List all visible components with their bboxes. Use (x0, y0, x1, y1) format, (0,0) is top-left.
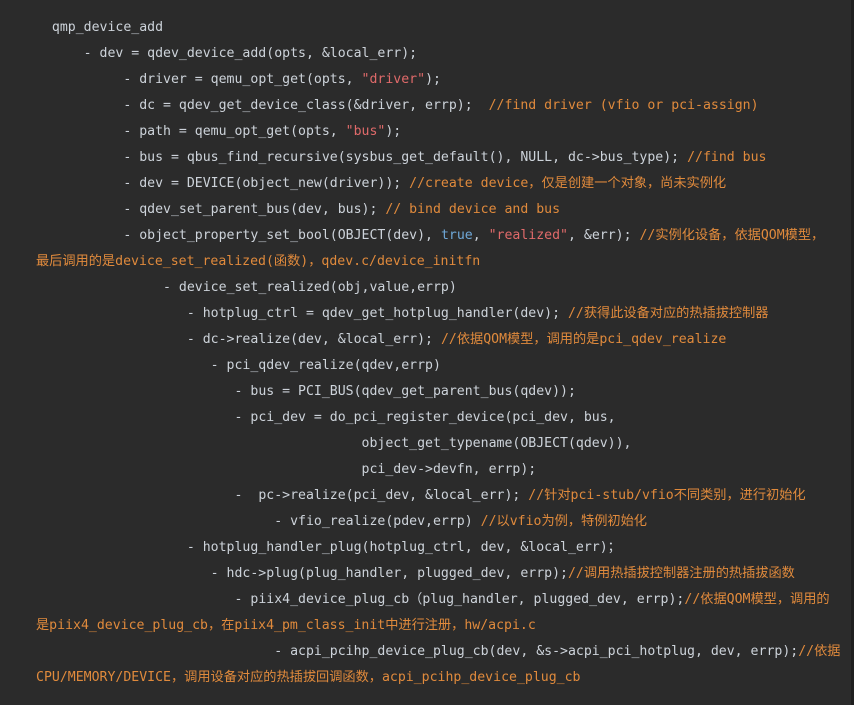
code-text: - hdc->plug(plug_handler, plugged_dev, e… (210, 566, 568, 581)
code-text: object_get_typename(OBJECT(qdev)), (361, 436, 632, 451)
code-comment: // bind device and bus (385, 202, 561, 217)
code-text: ); (385, 124, 402, 139)
code-line: qmp_device_add (36, 15, 828, 41)
code-line: - hotplug_handler_plug(hotplug_ctrl, dev… (36, 535, 828, 561)
code-text: - dev = DEVICE(object_new(driver)); (123, 176, 410, 191)
code-line: - pci_qdev_realize(qdev,errp) (36, 353, 828, 379)
code-line: 最后调用的是device_set_realized(函数)，qdev.c/dev… (36, 249, 828, 275)
code-comment: //针对pci-stub/vfio不同类别，进行初始化 (528, 488, 806, 503)
code-line: - bus = PCI_BUS(qdev_get_parent_bus(qdev… (36, 379, 828, 405)
code-text: qmp_device_add (51, 20, 164, 35)
code-line: - vfio_realize(pdev,errp) //以vfio为例，特例初始… (36, 509, 828, 535)
code-comment: //调用热插拔控制器注册的热插拔函数 (567, 566, 795, 581)
code-line: - dev = DEVICE(object_new(driver)); //cr… (36, 171, 828, 197)
code-text: - object_property_set_bool(OBJECT(dev), (123, 228, 441, 243)
code-text: - qdev_set_parent_bus(dev, bus); (123, 202, 386, 217)
code-comment: 最后调用的是device_set_realized(函数)，qdev.c/dev… (36, 254, 481, 269)
code-string: "driver" (361, 72, 426, 87)
code-text: - dev = qdev_device_add(opts, &local_err… (83, 46, 418, 61)
code-line: - bus = qbus_find_recursive(sysbus_get_d… (36, 145, 828, 171)
code-comment: //以vfio为例，特例初始化 (480, 514, 647, 529)
code-text: - pc->realize(pci_dev, &local_err); (234, 488, 529, 503)
code-comment: //获得此设备对应的热插拔控制器 (567, 306, 769, 321)
code-text: - bus = PCI_BUS(qdev_get_parent_bus(qdev… (234, 384, 576, 399)
code-line: - dev = qdev_device_add(opts, &local_err… (36, 41, 828, 67)
code-text: - hotplug_handler_plug(hotplug_ctrl, dev… (186, 540, 621, 555)
code-line: - qdev_set_parent_bus(dev, bus); // bind… (36, 197, 828, 223)
code-comment: //实例化设备，依据QOM模型， (639, 228, 825, 243)
code-text: - vfio_realize(pdev,errp) (274, 514, 481, 529)
code-text: - path = qemu_opt_get(opts, (123, 124, 346, 139)
code-line: - path = qemu_opt_get(opts, "bus"); (36, 119, 828, 145)
code-line: CPU/MEMORY/DEVICE，调用设备对应的热插拔回调函数，acpi_pc… (36, 665, 828, 691)
code-comment: //依据 (798, 644, 841, 659)
code-text: pci_dev->devfn, errp); (361, 462, 537, 477)
code-comment: 是piix4_device_plug_cb，在piix4_pm_class_in… (36, 618, 536, 633)
code-comment: //依据QOM模型，调用的是pci_qdev_realize (440, 332, 727, 347)
code-line: object_get_typename(OBJECT(qdev)), (36, 431, 828, 457)
code-text: - acpi_pcihp_device_plug_cb(dev, &s->acp… (274, 644, 799, 659)
code-comment: //find bus (687, 150, 767, 165)
code-line: - pci_dev = do_pci_register_device(pci_d… (36, 405, 828, 431)
code-text: - dc->realize(dev, &local_err); (186, 332, 441, 347)
code-text: - pci_qdev_realize(qdev,errp) (210, 358, 441, 373)
code-line: - hotplug_ctrl = qdev_get_hotplug_handle… (36, 301, 828, 327)
code-text: - driver = qemu_opt_get(opts, (123, 72, 362, 87)
code-line: 是piix4_device_plug_cb，在piix4_pm_class_in… (36, 613, 828, 639)
code-text: - bus = qbus_find_recursive(sysbus_get_d… (123, 150, 688, 165)
code-text: - hotplug_ctrl = qdev_get_hotplug_handle… (186, 306, 568, 321)
code-line: - object_property_set_bool(OBJECT(dev), … (36, 223, 828, 249)
code-line: pci_dev->devfn, errp); (36, 457, 828, 483)
code-line: - piix4_device_plug_cb（plug_handler, plu… (36, 587, 830, 613)
code-text: ); (425, 72, 441, 87)
code-comment: //依据QOM模型，调用的 (684, 592, 830, 607)
code-line: - device_set_realized(obj,value,errp) (36, 275, 828, 301)
code-keyword: true (440, 228, 473, 243)
code-comment: CPU/MEMORY/DEVICE，调用设备对应的热插拔回调函数，acpi_pc… (36, 670, 581, 685)
code-line: - dc->realize(dev, &local_err); //依据QOM模… (36, 327, 828, 353)
code-line: - dc = qdev_get_device_class(&driver, er… (36, 93, 828, 119)
code-line: - driver = qemu_opt_get(opts, "driver"); (36, 67, 828, 93)
code-block: qmp_device_add - dev = qdev_device_add(o… (0, 0, 854, 705)
code-comment: //create device，仅是创建一个对象，尚未实例化 (409, 176, 727, 191)
code-text: - pci_dev = do_pci_register_device(pci_d… (234, 410, 616, 425)
code-line: - hdc->plug(plug_handler, plugged_dev, e… (36, 561, 828, 587)
code-text: - dc = qdev_get_device_class(&driver, er… (123, 98, 489, 113)
code-text: - piix4_device_plug_cb（plug_handler, plu… (234, 592, 685, 607)
code-text: , &err); (568, 228, 640, 243)
code-text: - device_set_realized(obj,value,errp) (163, 280, 457, 295)
code-line: - pc->realize(pci_dev, &local_err); //针对… (36, 483, 828, 509)
code-comment: //find driver (vfio or pci-assign) (488, 98, 759, 113)
code-text: , (472, 228, 489, 243)
code-string: "bus" (345, 124, 386, 139)
code-string: "realized" (488, 228, 568, 243)
code-line: - acpi_pcihp_device_plug_cb(dev, &s->acp… (36, 639, 840, 665)
